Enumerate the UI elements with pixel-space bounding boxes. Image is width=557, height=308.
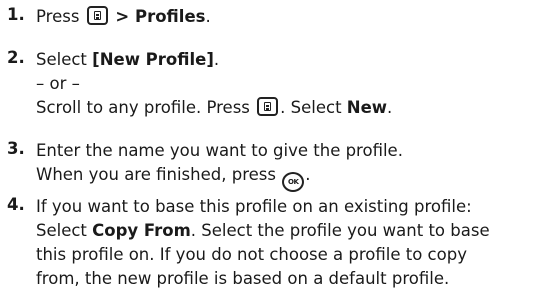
- text-run: Select: [36, 50, 93, 69]
- text-run: When you are finished, press: [36, 165, 282, 184]
- text-run: Select: [36, 221, 93, 240]
- step-number: 3.: [7, 139, 25, 158]
- step-line: Press > Profiles.: [36, 5, 551, 29]
- menu-key-icon: [86, 6, 108, 25]
- step-line: When you are finished, press OK.: [36, 163, 551, 192]
- step-number: 2.: [7, 48, 25, 67]
- menu-option: Copy From: [92, 221, 191, 240]
- step-text: Enter the name you want to give the prof…: [36, 139, 551, 192]
- text-run: If you want to base this profile on an e…: [36, 197, 472, 216]
- step-number: 4.: [7, 195, 25, 214]
- ok-key-icon: OK: [282, 172, 305, 192]
- text-run: from, the new profile is based on a defa…: [36, 269, 450, 288]
- text-run: Scroll to any profile. Press: [36, 98, 256, 117]
- text-run: . Select the profile you want to base: [190, 221, 490, 240]
- step-line: – or –: [36, 72, 551, 96]
- menu-option: New: [346, 98, 388, 117]
- step-line: this profile on. If you do not choose a …: [36, 243, 551, 267]
- step-text: Press > Profiles.: [36, 5, 551, 29]
- step-line: Enter the name you want to give the prof…: [36, 139, 551, 163]
- or-separator: – or –: [36, 74, 80, 93]
- step-number: 1.: [7, 5, 25, 24]
- text-run: .: [387, 98, 393, 117]
- menu-path: > Profiles: [109, 7, 206, 26]
- step-line: Select Copy From. Select the profile you…: [36, 219, 551, 243]
- step-line: Select [New Profile].: [36, 48, 551, 72]
- text-run: .: [205, 7, 211, 26]
- step-line: from, the new profile is based on a defa…: [36, 267, 551, 291]
- text-run: Enter the name you want to give the prof…: [36, 141, 403, 160]
- text-run: . Select: [280, 98, 347, 117]
- instruction-page: 1. Press > Profiles. 2. Select [New Prof…: [0, 0, 557, 308]
- step-text: If you want to base this profile on an e…: [36, 195, 551, 291]
- step-line: Scroll to any profile. Press . Select Ne…: [36, 96, 551, 120]
- step-text: Select [New Profile]. – or – Scroll to a…: [36, 48, 551, 120]
- step-line: If you want to base this profile on an e…: [36, 195, 551, 219]
- text-run: this profile on. If you do not choose a …: [36, 245, 467, 264]
- menu-key-icon: [257, 97, 279, 116]
- menu-option: [New Profile]: [92, 50, 214, 69]
- text-run: .: [213, 50, 220, 69]
- text-run: .: [305, 165, 311, 184]
- text-run: Press: [36, 7, 85, 26]
